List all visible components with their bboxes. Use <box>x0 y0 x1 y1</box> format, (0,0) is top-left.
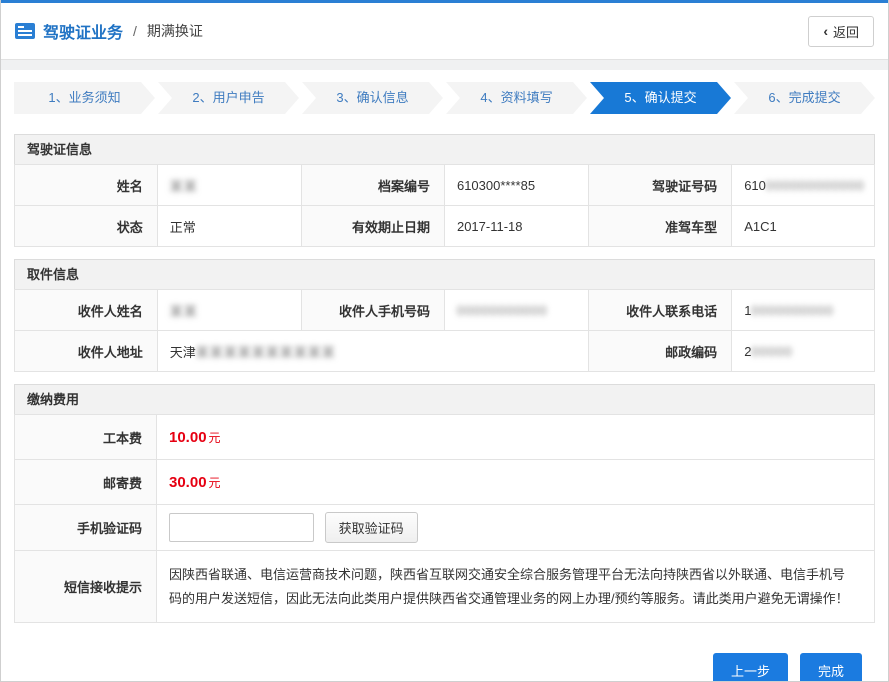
expiry-label: 有效期止日期 <box>302 206 445 247</box>
status-label: 状态 <box>15 206 158 247</box>
page: 驾驶证业务 / 期满换证 ‹ 返回 1、业务须知 2、用户申告 3、确认信息 4… <box>0 0 889 682</box>
section-pickup: 取件信息 收件人姓名 某某 收件人手机号码 00000000000 收件人联系电… <box>14 259 875 372</box>
title-separator: / <box>133 23 137 39</box>
address-value: 天津某某某某某某某某某某 <box>157 331 589 372</box>
header-title-group: 驾驶证业务 / 期满换证 <box>15 19 203 43</box>
step-4-fill-data: 4、资料填写 <box>446 82 587 114</box>
sms-notice-label: 短信接收提示 <box>15 551 157 623</box>
address-label: 收件人地址 <box>15 331 158 372</box>
step-5-confirm-submit: 5、确认提交 <box>590 82 731 114</box>
section-title-pickup: 取件信息 <box>14 259 875 289</box>
recipient-mobile-value: 00000000000 <box>444 290 588 331</box>
redacted-text: 某某某某某某某某某某 <box>196 345 336 360</box>
steps-bar: 1、业务须知 2、用户申告 3、确认信息 4、资料填写 5、确认提交 6、完成提… <box>1 70 888 124</box>
step-2-declaration: 2、用户申告 <box>158 82 299 114</box>
production-fee-value: 10.00元 <box>157 415 875 460</box>
section-title-payment: 缴纳费用 <box>14 384 875 414</box>
pickup-table: 收件人姓名 某某 收件人手机号码 00000000000 收件人联系电话 100… <box>14 289 875 372</box>
table-row: 收件人地址 天津某某某某某某某某某某 邮政编码 200000 <box>15 331 875 372</box>
redacted-text: 0000000000 <box>751 303 833 318</box>
verification-code-label: 手机验证码 <box>15 505 157 551</box>
sms-notice-text: 因陕西省联通、电信运营商技术问题，陕西省互联网交通安全综合服务管理平台无法向持陕… <box>157 551 875 623</box>
chevron-left-icon: ‹ <box>823 24 828 38</box>
step-label: 2、用户申告 <box>192 90 264 105</box>
license-no-label: 驾驶证号码 <box>589 165 732 206</box>
fee-unit: 元 <box>209 476 221 490</box>
footer-actions: 上一步 完成 <box>14 635 875 682</box>
mailing-fee-value: 30.00元 <box>157 460 875 505</box>
step-6-complete: 6、完成提交 <box>734 82 875 114</box>
table-row: 状态 正常 有效期止日期 2017-11-18 准驾车型 A1C1 <box>15 206 875 247</box>
fee-amount: 30.00 <box>169 474 207 491</box>
zip-value: 200000 <box>732 331 875 372</box>
redacted-text: 某某 <box>170 304 198 319</box>
step-3-confirm-info: 3、确认信息 <box>302 82 443 114</box>
license-no-value: 610000000000000 <box>732 165 875 206</box>
recipient-phone-label: 收件人联系电话 <box>589 290 732 331</box>
mailing-fee-label: 邮寄费 <box>15 460 157 505</box>
page-title: 驾驶证业务 <box>43 19 123 43</box>
section-license: 驾驶证信息 姓名 某某 档案编号 610300****85 驾驶证号码 6100… <box>14 134 875 247</box>
step-label: 1、业务须知 <box>48 90 120 105</box>
header-divider <box>1 60 888 70</box>
vehicle-type-value: A1C1 <box>732 206 875 247</box>
step-label: 3、确认信息 <box>336 90 408 105</box>
table-row: 邮寄费 30.00元 <box>15 460 875 505</box>
vehicle-type-label: 准驾车型 <box>589 206 732 247</box>
redacted-text: 00000 <box>751 344 792 359</box>
finish-button[interactable]: 完成 <box>800 653 862 682</box>
step-label: 5、确认提交 <box>624 90 696 105</box>
step-1-notice: 1、业务须知 <box>14 82 155 114</box>
production-fee-label: 工本费 <box>15 415 157 460</box>
verification-code-input[interactable] <box>169 513 314 542</box>
page-subtitle: 期满换证 <box>147 21 203 41</box>
license-card-icon <box>15 23 35 39</box>
license-table: 姓名 某某 档案编号 610300****85 驾驶证号码 6100000000… <box>14 164 875 247</box>
status-value: 正常 <box>157 206 301 247</box>
zip-label: 邮政编码 <box>589 331 732 372</box>
table-row: 收件人姓名 某某 收件人手机号码 00000000000 收件人联系电话 100… <box>15 290 875 331</box>
redacted-text: 00000000000 <box>457 303 548 318</box>
name-value: 某某 <box>157 165 301 206</box>
table-row: 手机验证码 获取验证码 <box>15 505 875 551</box>
recipient-name-value: 某某 <box>157 290 301 331</box>
section-payment: 缴纳费用 工本费 10.00元 邮寄费 30.00元 手机验证码 获取验证码 <box>14 384 875 623</box>
get-code-button[interactable]: 获取验证码 <box>325 512 418 543</box>
section-title-license: 驾驶证信息 <box>14 134 875 164</box>
main-content: 驾驶证信息 姓名 某某 档案编号 610300****85 驾驶证号码 6100… <box>1 124 888 682</box>
table-row: 姓名 某某 档案编号 610300****85 驾驶证号码 6100000000… <box>15 165 875 206</box>
step-label: 4、资料填写 <box>480 90 552 105</box>
file-no-value: 610300****85 <box>444 165 588 206</box>
payment-table: 工本费 10.00元 邮寄费 30.00元 手机验证码 获取验证码 短信接收提示 <box>14 414 875 623</box>
table-row: 工本费 10.00元 <box>15 415 875 460</box>
address-prefix: 天津 <box>170 345 196 360</box>
fee-unit: 元 <box>209 431 221 445</box>
header: 驾驶证业务 / 期满换证 ‹ 返回 <box>1 3 888 60</box>
license-no-prefix: 610 <box>744 178 766 193</box>
redacted-text: 000000000000 <box>766 178 865 193</box>
file-no-label: 档案编号 <box>302 165 445 206</box>
recipient-name-label: 收件人姓名 <box>15 290 158 331</box>
prev-step-button[interactable]: 上一步 <box>713 653 788 682</box>
expiry-value: 2017-11-18 <box>444 206 588 247</box>
back-button[interactable]: ‹ 返回 <box>808 16 874 47</box>
verification-code-cell: 获取验证码 <box>157 505 875 551</box>
recipient-mobile-label: 收件人手机号码 <box>302 290 445 331</box>
back-button-label: 返回 <box>833 22 859 41</box>
redacted-text: 某某 <box>170 179 198 194</box>
name-label: 姓名 <box>15 165 158 206</box>
table-row: 短信接收提示 因陕西省联通、电信运营商技术问题，陕西省互联网交通安全综合服务管理… <box>15 551 875 623</box>
step-label: 6、完成提交 <box>768 90 840 105</box>
fee-amount: 10.00 <box>169 429 207 446</box>
recipient-phone-value: 10000000000 <box>732 290 875 331</box>
